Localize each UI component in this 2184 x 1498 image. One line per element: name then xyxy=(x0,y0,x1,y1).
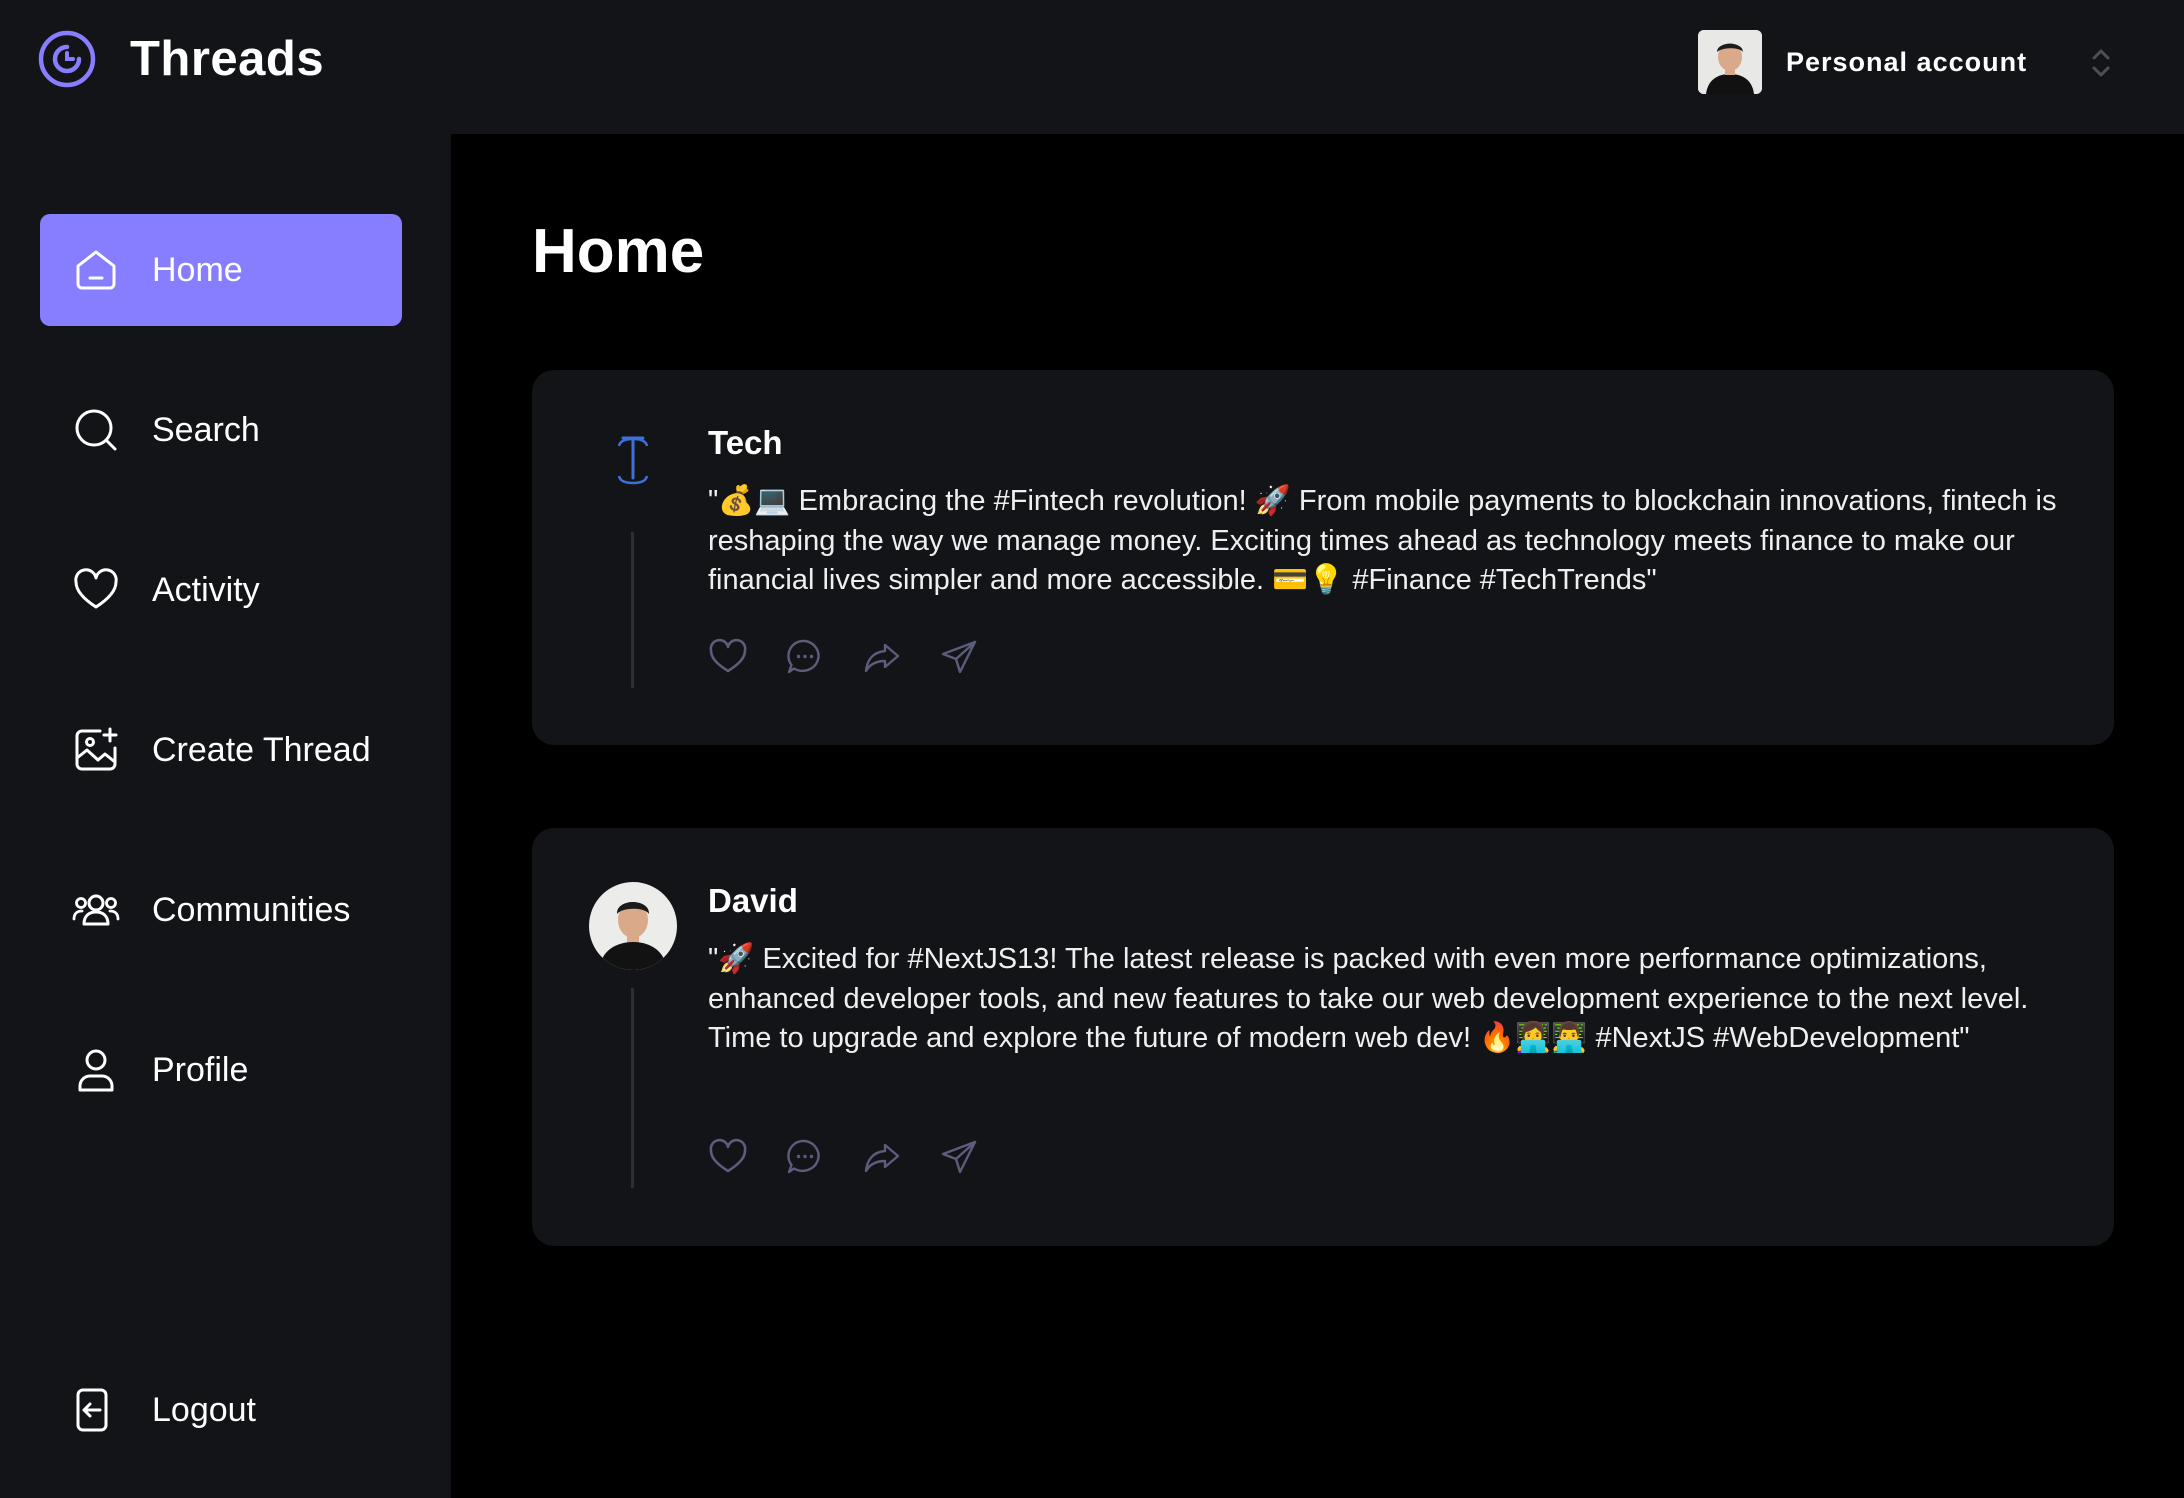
share-icon[interactable] xyxy=(939,637,979,677)
chevron-up-down-icon[interactable] xyxy=(2088,44,2114,82)
logout-icon xyxy=(76,1388,108,1432)
heart-icon[interactable] xyxy=(708,637,748,677)
sidebar-item-communities[interactable]: Communities xyxy=(40,854,402,966)
thread-actions xyxy=(708,1137,1016,1177)
account-switcher[interactable]: Personal account xyxy=(1698,30,2110,94)
share-icon[interactable] xyxy=(939,1137,979,1177)
thread-card[interactable]: Tech "💰💻 Embracing the #Fintech revoluti… xyxy=(532,370,2114,745)
brand[interactable]: Threads xyxy=(38,30,324,88)
thread-author[interactable]: Tech xyxy=(708,424,783,462)
thread-line xyxy=(631,988,634,1188)
page-title: Home xyxy=(532,217,705,286)
home-icon xyxy=(76,250,116,290)
sidebar-item-search[interactable]: Search xyxy=(40,374,402,486)
sidebar-item-label: Communities xyxy=(152,890,351,929)
sidebar-item-label: Activity xyxy=(152,570,260,609)
repost-icon[interactable] xyxy=(862,637,902,677)
user-icon xyxy=(78,1049,114,1092)
sidebar-item-create-thread[interactable]: Create Thread xyxy=(40,694,402,806)
reply-icon[interactable] xyxy=(785,637,825,677)
sidebar-item-activity[interactable]: Activity xyxy=(40,534,402,646)
user-avatar[interactable] xyxy=(589,882,677,970)
sidebar: Home Search Activity Create Thread Commu… xyxy=(0,134,451,1498)
main-content: Home Tech "💰💻 Embracing the #Fintech rev… xyxy=(451,134,2184,1498)
thread-actions xyxy=(708,637,1016,677)
thread-text: "🚀 Excited for #NextJS13! The latest rel… xyxy=(708,943,2029,1054)
threads-logo-icon xyxy=(38,30,96,88)
sidebar-item-label: Home xyxy=(152,250,243,289)
thread-author[interactable]: David xyxy=(708,882,798,920)
search-icon xyxy=(75,409,117,451)
thread-line xyxy=(631,532,634,688)
app-title: Threads xyxy=(130,32,325,86)
heart-icon xyxy=(74,568,118,609)
repost-icon[interactable] xyxy=(862,1137,902,1177)
thread-text: "💰💻 Embracing the #Fintech revolution! 🚀… xyxy=(708,485,2057,596)
sidebar-item-home[interactable]: Home xyxy=(40,214,402,326)
sidebar-item-label: Profile xyxy=(152,1050,249,1089)
account-avatar xyxy=(1698,30,1762,94)
logout-button[interactable]: Logout xyxy=(40,1354,402,1466)
sidebar-item-profile[interactable]: Profile xyxy=(40,1014,402,1126)
top-bar: Threads Personal account xyxy=(0,0,2184,134)
image-add-icon xyxy=(75,727,118,771)
reply-icon[interactable] xyxy=(785,1137,825,1177)
tech-logo-icon[interactable] xyxy=(589,414,677,502)
sidebar-item-label: Search xyxy=(152,410,260,449)
sidebar-item-label: Create Thread xyxy=(152,730,371,769)
thread-card[interactable]: David "🚀 Excited for #NextJS13! The late… xyxy=(532,828,2114,1246)
community-icon xyxy=(72,894,120,926)
account-label: Personal account xyxy=(1786,46,2028,77)
logout-label: Logout xyxy=(152,1390,256,1429)
heart-icon[interactable] xyxy=(708,1137,748,1177)
